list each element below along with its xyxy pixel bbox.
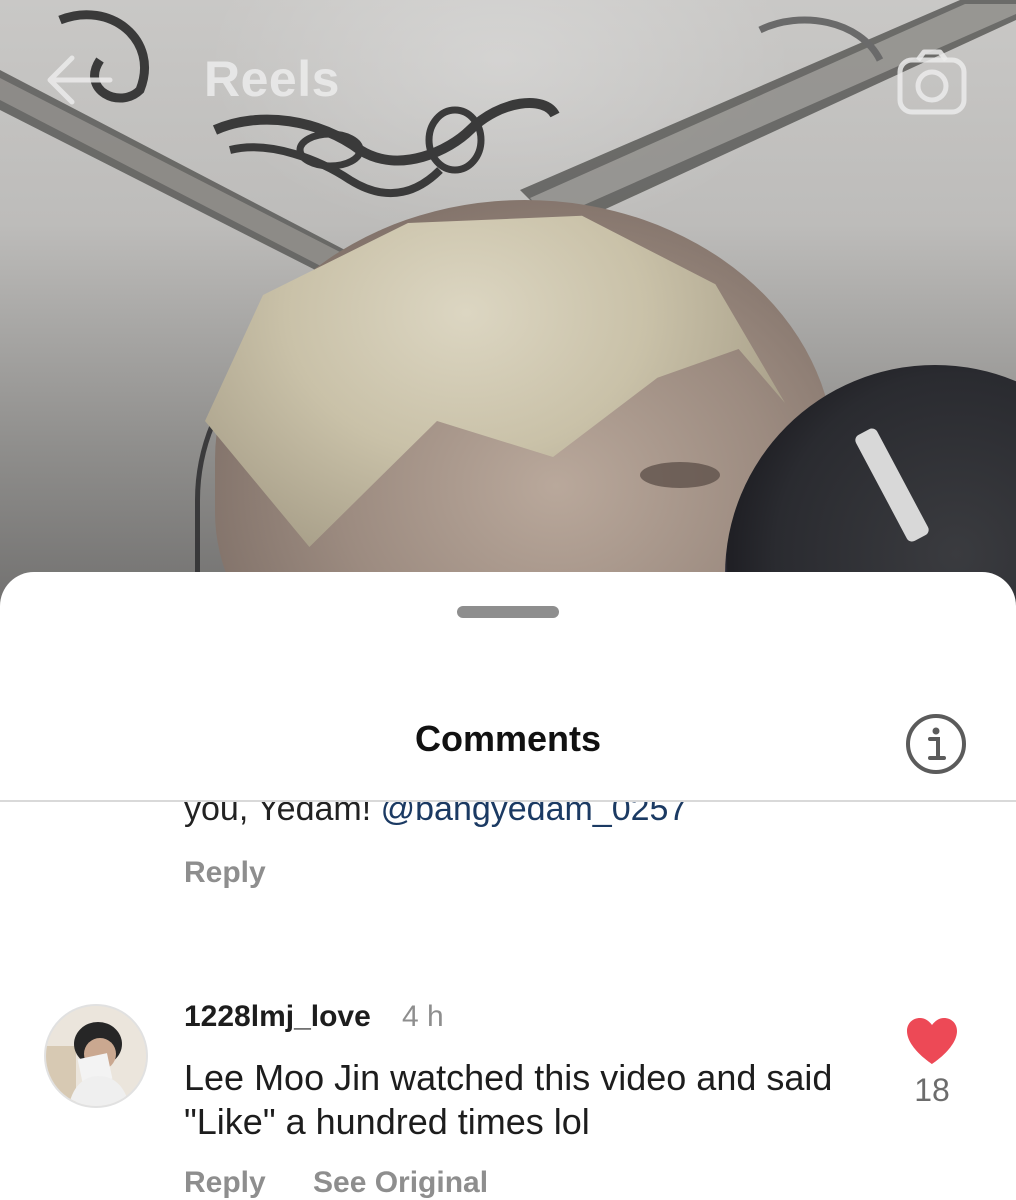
page-title: Reels	[204, 51, 340, 107]
see-original-button[interactable]: See Original	[313, 1166, 488, 1200]
comments-list[interactable]: you, Yedam! @bangyedam_0257 Reply 1228lm…	[0, 802, 1016, 1200]
arrow-left-icon	[47, 55, 113, 105]
camera-button[interactable]	[892, 42, 972, 122]
reply-button[interactable]: Reply	[184, 856, 266, 890]
comment-timestamp: 4 h	[402, 1000, 444, 1033]
mention-link[interactable]: @bangyedam_0257	[381, 802, 688, 828]
info-button[interactable]	[904, 712, 968, 776]
sheet-drag-handle[interactable]	[457, 606, 559, 618]
user-avatar-photo	[46, 1006, 146, 1106]
heart-filled-icon	[907, 1018, 957, 1064]
sheet-title: Comments	[414, 718, 602, 759]
reels-comments-screen: Reels Comments you, Yedam! @bangyedam_02…	[0, 0, 1016, 1200]
comment-text-fragment: you, Yedam!	[184, 802, 381, 828]
reply-button[interactable]: Reply	[184, 1166, 266, 1200]
reels-top-bar: Reels	[0, 30, 1016, 130]
comments-sheet: Comments you, Yedam! @bangyedam_0257 Rep…	[0, 572, 1016, 1200]
camera-icon	[897, 49, 967, 115]
reel-video[interactable]: Reels	[0, 0, 1016, 640]
info-icon	[906, 714, 966, 774]
comment-text-partial: you, Yedam! @bangyedam_0257	[184, 802, 687, 829]
comment-text: Lee Moo Jin watched this video and said …	[184, 1057, 833, 1142]
avatar[interactable]	[44, 1004, 148, 1108]
like-count: 18	[914, 1072, 950, 1108]
like-button[interactable]	[904, 1016, 960, 1066]
back-button[interactable]	[40, 52, 120, 108]
comment-username[interactable]: 1228lmj_love	[184, 1000, 371, 1034]
person-eye	[640, 462, 720, 488]
